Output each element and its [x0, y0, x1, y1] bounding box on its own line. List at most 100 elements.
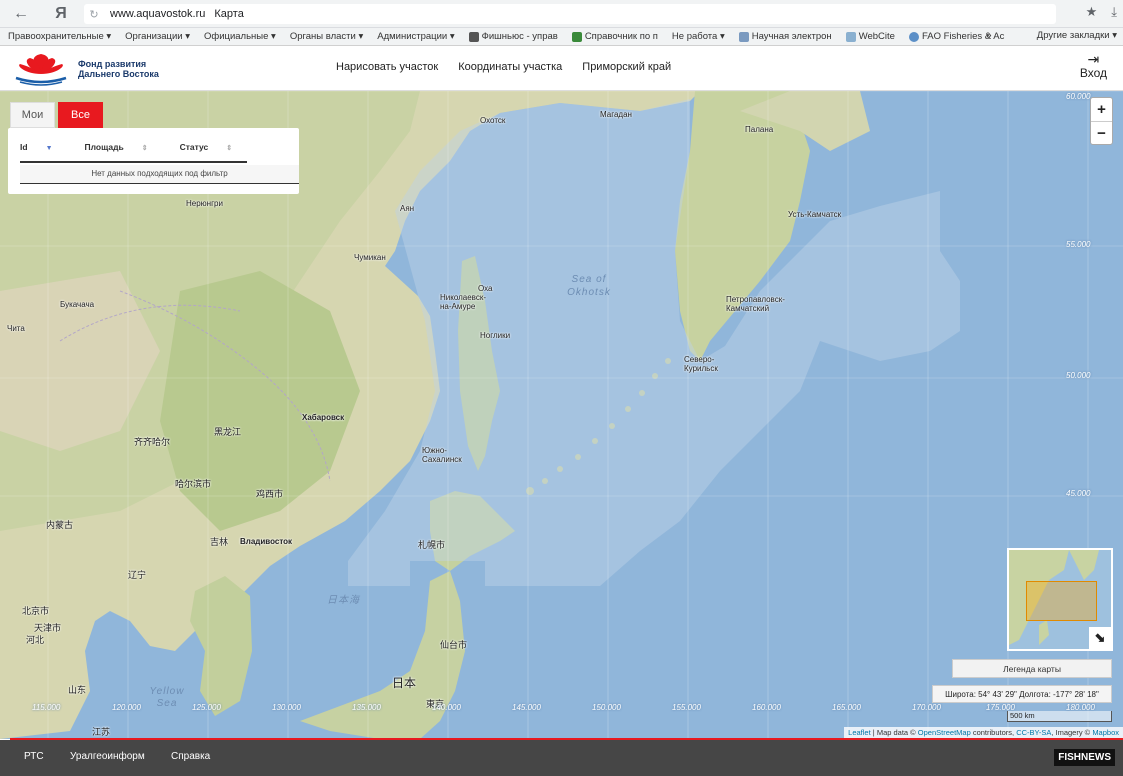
attribution-text: , Imagery © [1051, 728, 1093, 737]
leaflet-link[interactable]: Leaflet [848, 728, 871, 737]
place-label: Николаевск-на-Амуре [440, 293, 486, 311]
attribution-text: | Map data © [870, 728, 918, 737]
place-label: Северо-Курильск [684, 355, 718, 373]
bookmark-item[interactable]: Администрации ▾ [369, 31, 460, 42]
bookmark-item[interactable]: Научная электрон [731, 31, 838, 42]
lotus-logo-icon [15, 54, 67, 86]
sort-icon: ⇕ [141, 145, 148, 152]
osm-link[interactable]: OpenStreetMap [918, 728, 971, 737]
sea-label-japan: 日本海 [327, 595, 360, 606]
login-icon: ⇥ [1087, 51, 1100, 67]
yandex-icon[interactable]: Я [48, 0, 74, 28]
place-label: Оха [478, 284, 493, 293]
longitude-label: 170.000 [912, 703, 941, 712]
footer-link-help[interactable]: Справка [171, 751, 210, 762]
minimap-viewport[interactable] [1026, 581, 1097, 621]
place-label: Букачача [60, 300, 95, 309]
footer-link-rts[interactable]: РТС [24, 751, 44, 762]
star-icon[interactable]: ★ [1086, 4, 1098, 20]
map-attribution: Leaflet | Map data © OpenStreetMap contr… [844, 727, 1123, 738]
latitude-label: 55.000 [1066, 240, 1091, 249]
bookmarks-bar: Правоохранительные ▾ Организации ▾ Офици… [0, 28, 1123, 46]
webcite-icon [845, 31, 856, 42]
mapbox-link[interactable]: Mapbox [1092, 728, 1119, 737]
place-label: 札幌市 [418, 540, 446, 550]
footer-link-uralgeo[interactable]: Уралгеоинформ [70, 751, 145, 762]
bookmark-item[interactable]: Не работа ▾ [664, 31, 731, 42]
bookmark-item[interactable]: Справочник по п [564, 31, 664, 42]
place-label: 辽宁 [128, 570, 147, 580]
place-label: 黑龙江 [214, 427, 242, 437]
place-label: Усть-Камчатск [788, 210, 842, 219]
latitude-label: 60.000 [1066, 92, 1091, 101]
browser-toolbar: ← Я ↻ www.aquavostok.ru Карта ★ ⤓ [0, 0, 1123, 28]
sort-icon: ⇕ [226, 145, 233, 152]
empty-message: Нет данных подходящих под фильтр [20, 165, 299, 184]
bookmark-item[interactable]: WebCite [838, 31, 901, 42]
zoom-out-button[interactable]: − [1091, 121, 1112, 144]
longitude-label: 160.000 [752, 703, 781, 712]
bookmarks-more-icon[interactable]: » [986, 30, 992, 41]
other-bookmarks[interactable]: Другие закладки ▾ [1037, 30, 1117, 41]
place-label: 仙台市 [440, 640, 468, 650]
fishnews-logo[interactable]: FISHNEWS [1054, 749, 1115, 766]
longitude-label: 120.000 [112, 703, 141, 712]
site-header: Фонд развития Дальнего Востока Нарисоват… [0, 46, 1123, 91]
place-label: Охотск [480, 116, 506, 125]
cursor-coordinates: Широта: 54° 43' 29" Долгота: -177° 28' 1… [932, 685, 1112, 703]
download-icon[interactable]: ⤓ [1111, 4, 1117, 20]
logo-text: Фонд развития Дальнего Востока [78, 59, 159, 79]
tab-mine[interactable]: Мои [10, 102, 55, 128]
bookmark-label: Научная электрон [751, 31, 832, 42]
bookmark-item[interactable]: Организации ▾ [117, 31, 196, 42]
longitude-label: 115.000 [32, 703, 61, 712]
menu-primorsky-krai[interactable]: Приморский край [582, 61, 671, 73]
address-bar[interactable]: ↻ www.aquavostok.ru Карта [84, 4, 1056, 24]
bookmark-item[interactable]: Правоохранительные ▾ [0, 31, 117, 42]
bookmark-label: Справочник по п [584, 31, 658, 42]
back-arrow-icon[interactable]: ← [8, 0, 34, 28]
bookmark-item[interactable]: Органы власти ▾ [282, 31, 369, 42]
place-label: 北京市 [22, 606, 50, 616]
login-label: Вход [1079, 66, 1107, 80]
place-label: 江苏 [92, 727, 111, 737]
zoom-control: + − [1090, 97, 1113, 145]
menu-draw-plot[interactable]: Нарисовать участок [336, 61, 438, 73]
tab-all[interactable]: Все [58, 102, 103, 128]
sea-label-yellow: Yellow Sea [149, 686, 185, 709]
bookmark-item[interactable]: Фишньюс - управ [461, 31, 564, 42]
place-label: Южно-Сахалинск [422, 446, 462, 464]
license-link[interactable]: CC-BY-SA [1016, 728, 1051, 737]
fao-icon [908, 31, 919, 42]
bookmark-item[interactable]: Официальные ▾ [196, 31, 282, 42]
page-title: Карта [214, 8, 244, 20]
bookmark-item[interactable]: FAO Fisheries & Ac [901, 31, 1010, 42]
place-label: Аян [400, 204, 415, 213]
longitude-label: 140.000 [432, 703, 461, 712]
fishnews-icon [468, 31, 479, 42]
footer: РТС Уралгеоинформ Справка FISHNEWS [0, 740, 1123, 776]
plots-table-panel: Id ▼ Площадь ⇕ Статус ⇕ Нет данных подходящ… [8, 128, 299, 194]
place-label: Хабаровск [302, 413, 345, 422]
logo[interactable]: Фонд развития Дальнего Востока [10, 52, 159, 86]
minimap-toggle-arrow-icon[interactable]: ⬊ [1089, 627, 1111, 649]
place-label: 鸡西市 [256, 489, 284, 499]
logo-line-1: Фонд развития [78, 59, 147, 69]
col-status[interactable]: Статус ⇕ [180, 142, 249, 161]
zoom-in-button[interactable]: + [1091, 98, 1112, 121]
col-area[interactable]: Площадь ⇕ [85, 142, 164, 161]
longitude-label: 155.000 [672, 703, 701, 712]
reload-icon[interactable]: ↻ [84, 8, 104, 21]
menu-plot-coordinates[interactable]: Координаты участка [458, 61, 562, 73]
longitude-label: 150.000 [592, 703, 621, 712]
col-id[interactable]: Id ▼ [20, 142, 69, 161]
minimap[interactable]: ⬊ [1007, 548, 1113, 651]
place-label: 吉林 [210, 537, 229, 547]
place-label: Владивосток [240, 537, 293, 546]
place-label: 河北 [26, 635, 45, 645]
longitude-label: 135.000 [352, 703, 381, 712]
login-button[interactable]: ⇥ Вход [1080, 52, 1107, 80]
scale-bar: 500 km [1007, 711, 1112, 722]
filter-tabs: Мои Все [10, 102, 103, 128]
map-legend-button[interactable]: Легенда карты [952, 659, 1112, 678]
